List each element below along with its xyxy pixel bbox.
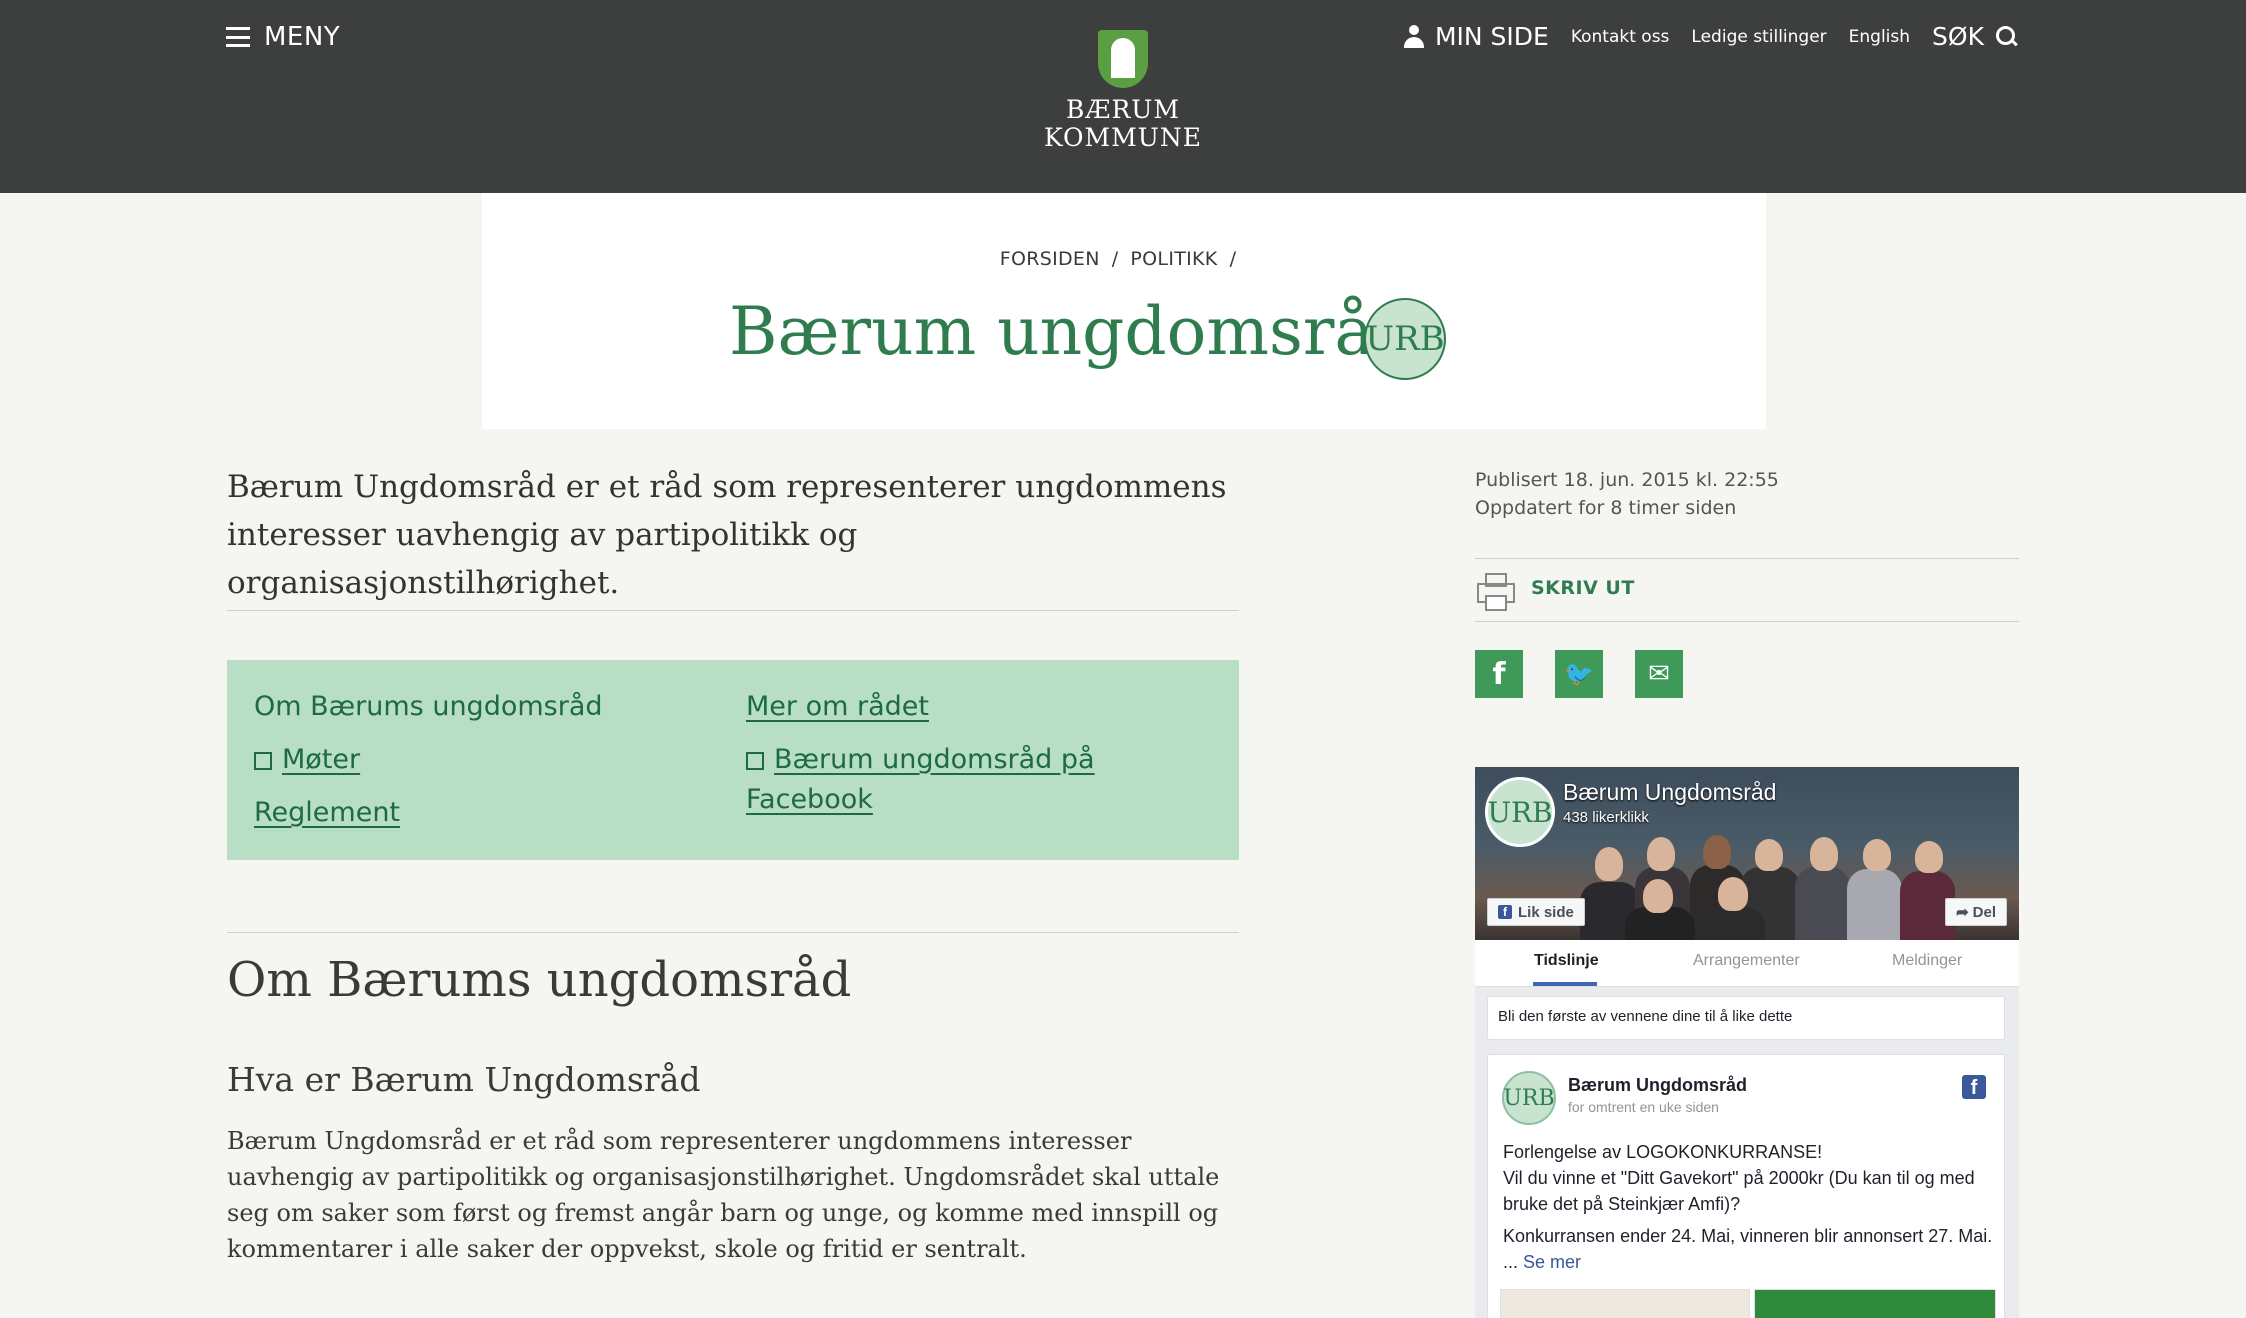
logo-line-2: KOMMUNE bbox=[1044, 123, 1202, 152]
link-reglement[interactable]: Reglement bbox=[254, 793, 400, 833]
person-icon bbox=[1403, 24, 1425, 49]
quicklinks-box: Om Bærums ungdomsråd Møter Reglement Mer… bbox=[227, 660, 1239, 860]
facebook-friends-notice: Bli den første av vennene dine til å lik… bbox=[1487, 996, 2005, 1040]
hamburger-icon bbox=[226, 27, 250, 47]
link-facebook[interactable]: Bærum ungdomsråd på Facebook bbox=[746, 740, 1166, 820]
print-row: SKRIV UT bbox=[1475, 558, 2019, 622]
divider bbox=[227, 932, 1239, 933]
facebook-icon: f bbox=[1498, 905, 1512, 919]
published-date: Publisert 18. jun. 2015 kl. 22:55 bbox=[1475, 469, 1779, 491]
site-logo[interactable]: BÆRUM KOMMUNE bbox=[1040, 30, 1206, 152]
post-line-2: Vil du vinne et "Ditt Gavekort" på 2000k… bbox=[1503, 1168, 1975, 1214]
header-links: MIN SIDE Kontakt oss Ledige stillinger E… bbox=[1403, 22, 2018, 51]
facebook-logo-icon: f bbox=[1962, 1075, 1986, 1099]
facebook-tabs: Tidslinje Arrangementer Meldinger bbox=[1475, 940, 2019, 987]
breadcrumb-separator: / bbox=[1111, 248, 1119, 270]
facebook-page-avatar[interactable]: URB bbox=[1485, 777, 1555, 847]
share-arrow-icon: ➦ bbox=[1956, 904, 1969, 921]
external-link-icon bbox=[254, 751, 272, 770]
twitter-share-icon[interactable]: 🐦 bbox=[1555, 650, 1603, 698]
link-moter[interactable]: Møter bbox=[254, 740, 360, 780]
body-paragraph: Bærum Ungdomsråd er et råd som represent… bbox=[227, 1127, 1220, 1263]
contact-link[interactable]: Kontakt oss bbox=[1571, 27, 1670, 47]
subsection-heading: Hva er Bærum Ungdomsråd bbox=[227, 1060, 701, 1099]
breadcrumb-politikk[interactable]: POLITIKK bbox=[1130, 248, 1217, 270]
search-icon bbox=[1996, 25, 2018, 48]
jobs-link[interactable]: Ledige stillinger bbox=[1691, 27, 1826, 47]
active-tab-indicator bbox=[1533, 982, 1597, 986]
site-header: MENY BÆRUM KOMMUNE MIN SIDE Kontakt oss … bbox=[0, 0, 2246, 193]
like-label: Lik side bbox=[1518, 903, 1574, 921]
breadcrumb: FORSIDEN / POLITIKK / bbox=[482, 248, 1766, 270]
external-link-icon bbox=[746, 751, 764, 770]
post-timestamp[interactable]: for omtrent en uke siden bbox=[1568, 1099, 1719, 1115]
urb-logo-badge: URB bbox=[1364, 298, 1446, 380]
facebook-share-button[interactable]: ➦ Del bbox=[1945, 898, 2007, 926]
section-heading: Om Bærums ungdomsråd bbox=[227, 952, 852, 1008]
post-author-name[interactable]: Bærum Ungdomsråd bbox=[1568, 1075, 1747, 1096]
link-facebook-label: Bærum ungdomsråd på Facebook bbox=[746, 744, 1095, 815]
min-side-link[interactable]: MIN SIDE bbox=[1403, 22, 1549, 51]
post-image-1[interactable] bbox=[1500, 1289, 1750, 1318]
facebook-cover-photo[interactable]: URB Bærum Ungdomsråd 438 likerklikk f Lik… bbox=[1475, 767, 2019, 942]
post-line-1: Forlengelse av LOGOKONKURRANSE! bbox=[1503, 1142, 1823, 1162]
link-om[interactable]: Om Bærums ungdomsråd bbox=[254, 687, 603, 727]
facebook-page-name[interactable]: Bærum Ungdomsråd bbox=[1563, 779, 1776, 806]
divider bbox=[227, 610, 1239, 611]
email-share-icon[interactable]: ✉ bbox=[1635, 650, 1683, 698]
title-panel: FORSIDEN / POLITIKK / Bærum ungdomsråd URB bbox=[482, 193, 1766, 429]
tab-arrangementer[interactable]: Arrangementer bbox=[1693, 952, 1800, 970]
facebook-widget: URB Bærum Ungdomsråd 438 likerklikk f Lik… bbox=[1475, 767, 2019, 1318]
facebook-post: URB Bærum Ungdomsråd for omtrent en uke … bbox=[1487, 1054, 2005, 1318]
breadcrumb-home[interactable]: FORSIDEN bbox=[1000, 248, 1100, 270]
see-more-link[interactable]: Se mer bbox=[1523, 1252, 1581, 1272]
post-image-2[interactable] bbox=[1754, 1289, 1996, 1318]
link-mer-om-radet[interactable]: Mer om rådet bbox=[746, 687, 929, 727]
tab-tidslinje[interactable]: Tidslinje bbox=[1534, 952, 1599, 970]
article-meta: Publisert 18. jun. 2015 kl. 22:55 Oppdat… bbox=[1475, 466, 1779, 522]
search-button[interactable]: SØK bbox=[1932, 22, 2018, 51]
print-button[interactable]: SKRIV UT bbox=[1531, 577, 1635, 599]
post-text: Forlengelse av LOGOKONKURRANSE! Vil du v… bbox=[1503, 1139, 1993, 1275]
breadcrumb-separator: / bbox=[1229, 248, 1237, 270]
min-side-label: MIN SIDE bbox=[1434, 22, 1549, 51]
menu-label: MENY bbox=[264, 22, 341, 52]
printer-icon bbox=[1477, 573, 1515, 611]
share-label: Del bbox=[1972, 903, 1996, 921]
logo-line-1: BÆRUM bbox=[1066, 95, 1180, 124]
tab-meldinger[interactable]: Meldinger bbox=[1892, 952, 1962, 970]
search-label: SØK bbox=[1932, 22, 1984, 51]
facebook-like-button[interactable]: f Lik side bbox=[1487, 898, 1585, 926]
facebook-share-icon[interactable]: f bbox=[1475, 650, 1523, 698]
page-title: Bærum ungdomsråd bbox=[729, 293, 1417, 370]
intro-text: Bærum Ungdomsråd er et råd som represent… bbox=[227, 469, 1227, 601]
link-moter-label: Møter bbox=[282, 744, 361, 775]
post-line-3-wrap: Konkurransen ender 24. Mai, vinneren bli… bbox=[1503, 1223, 1993, 1275]
updated-date: Oppdatert for 8 timer siden bbox=[1475, 497, 1737, 519]
english-link[interactable]: English bbox=[1849, 27, 1910, 47]
menu-button[interactable]: MENY bbox=[226, 22, 340, 52]
post-author-avatar[interactable]: URB bbox=[1502, 1071, 1556, 1125]
coat-of-arms-icon bbox=[1098, 30, 1148, 88]
facebook-like-count: 438 likerklikk bbox=[1563, 809, 1649, 826]
